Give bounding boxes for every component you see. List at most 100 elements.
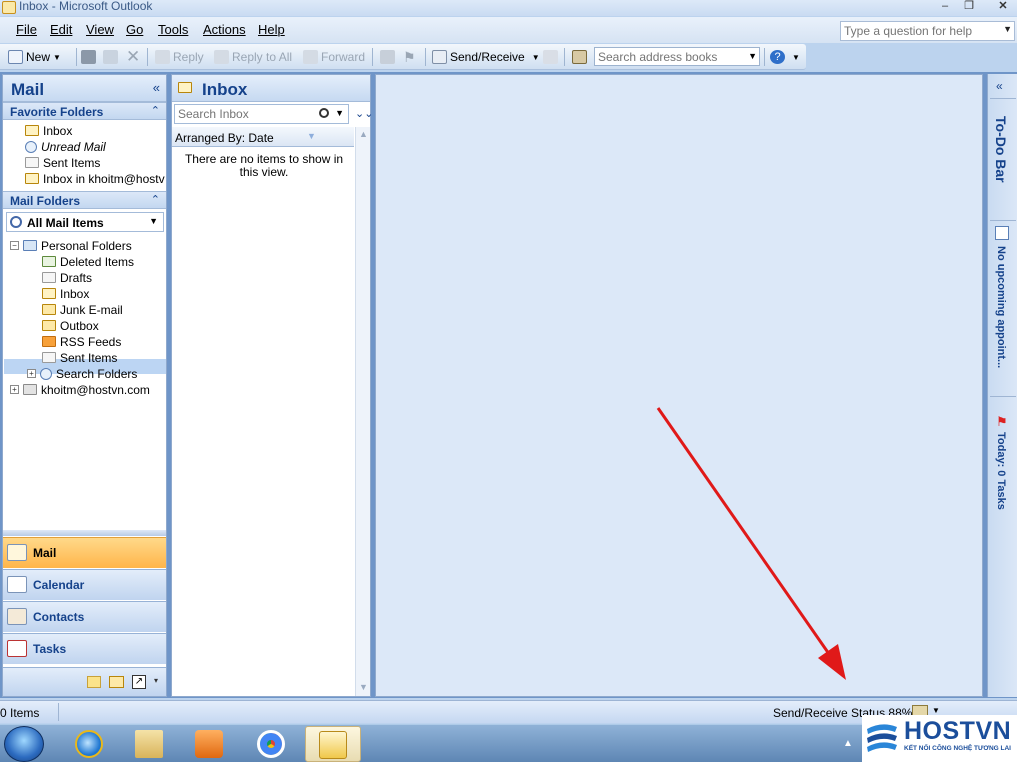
inbox-search-box[interactable]: ▼ <box>174 104 349 124</box>
message-list-pane: Inbox ▼ ⌄⌄ Arranged By: Date ▼ There are… <box>171 74 373 697</box>
tree-item-label: Outbox <box>60 318 99 333</box>
expand-todo-bar-icon[interactable]: « <box>996 79 1003 93</box>
favorite-item-sent-items[interactable]: Sent Items <box>25 155 100 170</box>
scroll-down-icon[interactable]: ▼ <box>359 682 368 692</box>
address-book-button[interactable] <box>572 49 587 65</box>
nav-pane-splitter[interactable] <box>3 530 166 536</box>
menu-actions[interactable]: Actions <box>203 23 246 37</box>
print-button[interactable] <box>81 49 96 65</box>
categorize-button[interactable] <box>380 49 395 65</box>
chevron-down-icon[interactable]: ▼ <box>532 53 540 62</box>
expand-query-icon[interactable]: ⌄⌄ <box>355 107 373 120</box>
todo-divider <box>990 98 1016 99</box>
inbox-icon <box>42 288 56 299</box>
tree-item-label: Search Folders <box>56 366 138 381</box>
list-scrollbar[interactable]: ▲ ▼ <box>355 127 370 696</box>
follow-up-button[interactable]: ⚑ <box>403 49 416 65</box>
tree-item-search-folders[interactable]: + Search Folders <box>27 366 137 381</box>
tree-item-rss-feeds[interactable]: RSS Feeds <box>42 334 121 349</box>
tree-item-inbox[interactable]: Inbox <box>42 286 89 301</box>
chrome-icon <box>257 730 285 758</box>
tree-item-sent-items[interactable]: Sent Items <box>42 350 117 365</box>
help-icon: ? <box>770 50 785 64</box>
find-contact-button[interactable] <box>543 49 558 65</box>
tree-item-drafts[interactable]: Drafts <box>42 270 92 285</box>
notes-icon[interactable] <box>87 676 101 688</box>
chevron-up-icon[interactable]: ⌃ <box>151 193 160 206</box>
nav-button-contacts[interactable]: Contacts <box>3 601 166 632</box>
all-mail-items-dropdown[interactable]: All Mail Items ▼ <box>6 212 164 232</box>
chevron-down-icon[interactable]: ▼ <box>335 108 344 118</box>
start-button[interactable] <box>4 726 44 762</box>
arrange-by-header[interactable]: Arranged By: Date ▼ <box>172 127 354 147</box>
tree-item-outbox[interactable]: Outbox <box>42 318 99 333</box>
tree-item-account[interactable]: + khoitm@hostvn.com <box>10 382 150 397</box>
folder-list-icon[interactable] <box>109 676 124 688</box>
reply-button[interactable]: Reply <box>155 49 204 65</box>
outbox-icon <box>42 320 56 331</box>
address-book-search-input[interactable] <box>598 50 743 64</box>
expand-icon[interactable]: + <box>27 369 36 378</box>
chevron-down-icon[interactable]: ▼ <box>53 53 61 62</box>
send-receive-button[interactable]: Send/Receive ▼ <box>432 49 540 65</box>
search-icon[interactable] <box>319 108 329 118</box>
folder-icon <box>135 730 163 758</box>
toolbar-divider <box>76 48 77 66</box>
tree-item-personal-folders[interactable]: − Personal Folders <box>10 238 132 253</box>
mail-folders-header[interactable]: Mail Folders ⌃ <box>3 191 166 209</box>
menu-tools[interactable]: Tools <box>158 23 188 37</box>
close-button[interactable]: ✕ <box>992 0 1014 14</box>
help-search-box[interactable]: ▼ <box>840 21 1015 41</box>
restore-button[interactable]: ❐ <box>958 0 980 14</box>
forward-button[interactable]: Forward <box>303 49 365 65</box>
favorite-folders-title: Favorite Folders <box>10 105 104 119</box>
taskbar-media-player[interactable] <box>182 726 238 762</box>
favorite-folders-header[interactable]: Favorite Folders ⌃ <box>3 102 166 120</box>
help-search-input[interactable] <box>844 24 994 38</box>
taskbar-chrome[interactable] <box>244 726 300 762</box>
menu-file[interactable]: File <box>16 23 37 37</box>
taskbar-file-explorer[interactable] <box>122 726 178 762</box>
minimize-button[interactable]: – <box>934 0 956 14</box>
expand-icon[interactable]: + <box>10 385 19 394</box>
chevron-down-icon[interactable]: ▼ <box>1003 24 1012 34</box>
shortcuts-icon[interactable]: ↗ <box>132 675 146 689</box>
deleted-items-icon <box>42 256 56 267</box>
sort-descending-icon[interactable]: ▼ <box>307 131 316 141</box>
show-hidden-icons-icon[interactable]: ▲ <box>843 738 853 749</box>
address-book-search[interactable]: ▼ <box>594 47 760 66</box>
menu-go[interactable]: Go <box>126 23 143 37</box>
nav-button-mail[interactable]: Mail <box>3 537 166 568</box>
chevron-down-icon[interactable]: ▼ <box>149 216 158 226</box>
move-button[interactable] <box>103 49 118 65</box>
menu-edit[interactable]: Edit <box>50 23 72 37</box>
todo-divider <box>990 396 1016 397</box>
tree-item-deleted-items[interactable]: Deleted Items <box>42 254 134 269</box>
scroll-up-icon[interactable]: ▲ <box>359 129 368 139</box>
nav-button-tasks[interactable]: Tasks <box>3 633 166 664</box>
chevron-down-icon[interactable]: ▼ <box>748 51 757 61</box>
reply-all-button[interactable]: Reply to All <box>214 49 292 65</box>
nav-button-calendar[interactable]: Calendar <box>3 569 166 600</box>
favorite-item-account-inbox[interactable]: Inbox in khoitm@hostvn <box>25 171 165 186</box>
toolbar-options-button[interactable]: ▼ <box>792 49 800 65</box>
tree-item-junk-email[interactable]: Junk E-mail <box>42 302 123 317</box>
menu-view[interactable]: View <box>86 23 114 37</box>
favorite-item-unread-mail[interactable]: Unread Mail <box>25 139 106 154</box>
tree-item-label: Inbox <box>60 286 90 301</box>
delete-button[interactable]: ✕ <box>126 47 140 66</box>
help-button[interactable]: ? <box>770 49 785 65</box>
status-divider <box>58 703 59 721</box>
chevron-up-icon[interactable]: ⌃ <box>151 104 160 117</box>
inbox-search-input[interactable] <box>178 107 313 121</box>
taskbar-internet-explorer[interactable] <box>62 726 118 762</box>
internet-explorer-icon <box>75 730 103 758</box>
collapse-pane-icon[interactable]: « <box>153 80 160 95</box>
menu-help[interactable]: Help <box>258 23 285 37</box>
chevron-down-icon[interactable]: ▾ <box>154 676 158 685</box>
chevron-down-icon[interactable]: ▼ <box>932 706 940 715</box>
taskbar-outlook[interactable] <box>305 726 361 762</box>
new-button[interactable]: New ▼ <box>8 49 61 65</box>
favorite-item-inbox[interactable]: Inbox <box>25 123 72 138</box>
collapse-icon[interactable]: − <box>10 241 19 250</box>
